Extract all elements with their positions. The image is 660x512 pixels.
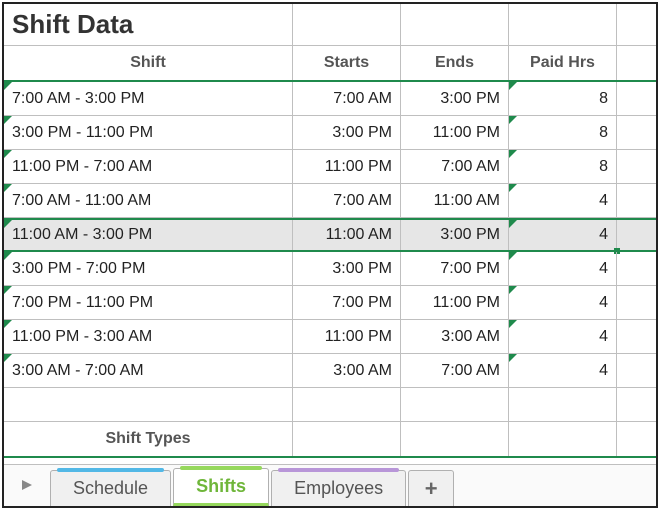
cell-starts[interactable]: 11:00 PM	[292, 320, 400, 353]
table-row[interactable]: 3:00 AM - 7:00 AM3:00 AM7:00 AM4	[4, 354, 656, 388]
tab-accent	[57, 468, 164, 472]
cell-starts[interactable]: 3:00 PM	[292, 252, 400, 285]
col-header-ends[interactable]: Ends	[400, 46, 508, 80]
col-header-starts[interactable]: Starts	[292, 46, 400, 80]
empty-cell[interactable]	[616, 82, 656, 115]
table-row[interactable]: 3:00 PM - 7:00 PM3:00 PM7:00 PM4	[4, 252, 656, 286]
cell-shift[interactable]: 3:00 AM - 7:00 AM	[4, 354, 292, 387]
empty-cell[interactable]	[616, 422, 656, 456]
table-row[interactable]: 11:00 PM - 7:00 AM11:00 PM7:00 AM8	[4, 150, 656, 184]
column-header-row: Shift Starts Ends Paid Hrs	[4, 46, 656, 82]
cell-starts[interactable]: 7:00 AM	[292, 184, 400, 217]
cell-shift[interactable]: 3:00 PM - 7:00 PM	[4, 252, 292, 285]
cell-paid[interactable]: 8	[508, 150, 616, 183]
cell-ends[interactable]: 11:00 PM	[400, 286, 508, 319]
tab-accent	[278, 468, 399, 472]
blank-row[interactable]	[4, 388, 656, 422]
page-title: Shift Data	[4, 5, 292, 44]
cell-paid[interactable]: 8	[508, 116, 616, 149]
tab-accent	[180, 466, 262, 470]
cell-starts[interactable]: 3:00 PM	[292, 116, 400, 149]
empty-cell[interactable]	[616, 184, 656, 217]
cell-starts[interactable]: 3:00 AM	[292, 354, 400, 387]
tab-add-sheet[interactable]: +	[408, 470, 454, 506]
cell-paid[interactable]: 4	[508, 184, 616, 217]
cell-starts[interactable]: 11:00 PM	[292, 150, 400, 183]
sheet-tabs-bar: Schedule Shifts Employees +	[4, 464, 656, 506]
empty-cell[interactable]	[616, 220, 656, 250]
empty-cell[interactable]	[508, 422, 616, 456]
section-header-row: Shift Types	[4, 422, 656, 458]
cell-paid[interactable]: 4	[508, 220, 616, 250]
cell-paid[interactable]: 4	[508, 320, 616, 353]
empty-cell[interactable]	[400, 4, 508, 45]
cell-paid[interactable]: 4	[508, 354, 616, 387]
sheet-nav-arrow-icon[interactable]	[4, 464, 50, 506]
empty-cell[interactable]	[616, 150, 656, 183]
empty-cell[interactable]	[616, 4, 656, 45]
tab-employees[interactable]: Employees	[271, 470, 406, 506]
spreadsheet-view: Shift Data Shift Starts Ends Paid Hrs 7:…	[2, 2, 658, 508]
cell-paid[interactable]: 4	[508, 286, 616, 319]
empty-cell[interactable]	[400, 422, 508, 456]
cell-shift[interactable]: 7:00 AM - 3:00 PM	[4, 82, 292, 115]
cell-ends[interactable]: 7:00 PM	[400, 252, 508, 285]
section-title[interactable]: Shift Types	[4, 422, 292, 456]
col-header-paid[interactable]: Paid Hrs	[508, 46, 616, 80]
cell-shift[interactable]: 11:00 PM - 7:00 AM	[4, 150, 292, 183]
cell-shift[interactable]: 11:00 PM - 3:00 AM	[4, 320, 292, 353]
tab-shifts[interactable]: Shifts	[173, 468, 269, 506]
cell-starts[interactable]: 7:00 AM	[292, 82, 400, 115]
table-row[interactable]: 11:00 PM - 3:00 AM11:00 PM3:00 AM4	[4, 320, 656, 354]
plus-icon: +	[425, 476, 438, 502]
empty-cell[interactable]	[292, 422, 400, 456]
cell-paid[interactable]: 8	[508, 82, 616, 115]
empty-cell[interactable]	[292, 4, 400, 45]
col-header-shift[interactable]: Shift	[4, 46, 292, 80]
cell-ends[interactable]: 11:00 AM	[400, 184, 508, 217]
cell-shift[interactable]: 11:00 AM - 3:00 PM	[4, 220, 292, 250]
table-row[interactable]: 7:00 AM - 11:00 AM7:00 AM11:00 AM4	[4, 184, 656, 218]
tab-label: Shifts	[196, 476, 246, 497]
tab-label: Employees	[294, 478, 383, 499]
cell-ends[interactable]: 7:00 AM	[400, 354, 508, 387]
tab-schedule[interactable]: Schedule	[50, 470, 171, 506]
cell-shift[interactable]: 7:00 PM - 11:00 PM	[4, 286, 292, 319]
cell-ends[interactable]: 3:00 PM	[400, 82, 508, 115]
cell-ends[interactable]: 7:00 AM	[400, 150, 508, 183]
cell-ends[interactable]: 11:00 PM	[400, 116, 508, 149]
empty-cell[interactable]	[616, 252, 656, 285]
cell-starts[interactable]: 7:00 PM	[292, 286, 400, 319]
empty-cell[interactable]	[616, 354, 656, 387]
data-grid: 7:00 AM - 3:00 PM7:00 AM3:00 PM83:00 PM …	[4, 82, 656, 388]
cell-ends[interactable]: 3:00 AM	[400, 320, 508, 353]
empty-cell[interactable]	[616, 320, 656, 353]
table-row[interactable]: 7:00 AM - 3:00 PM7:00 AM3:00 PM8	[4, 82, 656, 116]
empty-cell[interactable]	[616, 286, 656, 319]
empty-cell[interactable]	[616, 46, 656, 80]
cell-shift[interactable]: 7:00 AM - 11:00 AM	[4, 184, 292, 217]
cell-shift[interactable]: 3:00 PM - 11:00 PM	[4, 116, 292, 149]
table-row[interactable]: 11:00 AM - 3:00 PM11:00 AM3:00 PM4	[4, 218, 656, 252]
tab-label: Schedule	[73, 478, 148, 499]
table-row[interactable]: 7:00 PM - 11:00 PM7:00 PM11:00 PM4	[4, 286, 656, 320]
empty-cell[interactable]	[508, 4, 616, 45]
empty-cell[interactable]	[616, 116, 656, 149]
cell-paid[interactable]: 4	[508, 252, 616, 285]
table-row[interactable]: 3:00 PM - 11:00 PM3:00 PM11:00 PM8	[4, 116, 656, 150]
cell-ends[interactable]: 3:00 PM	[400, 220, 508, 250]
cell-starts[interactable]: 11:00 AM	[292, 220, 400, 250]
title-row: Shift Data	[4, 4, 656, 46]
